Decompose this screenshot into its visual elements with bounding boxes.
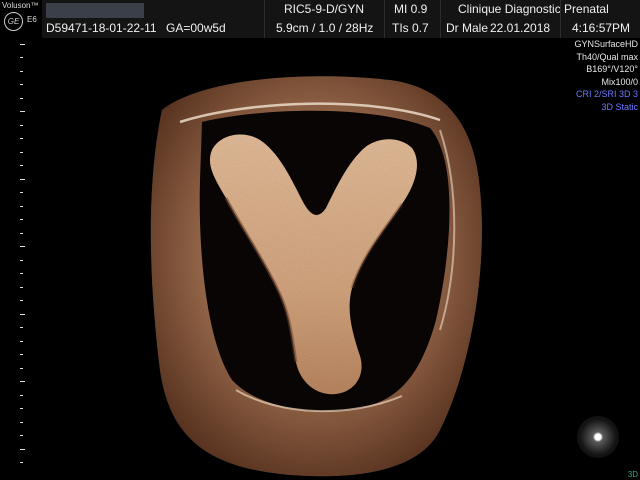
depth-tick [20, 246, 25, 247]
ultrasound-3d-render[interactable] [140, 70, 500, 480]
probe-label: RIC5-9-D/GYN [284, 2, 365, 16]
depth-tick [20, 98, 23, 99]
depth-tick [20, 233, 23, 234]
param-line: 3D Static [601, 101, 638, 112]
depth-tick [20, 152, 23, 153]
logo-area: Voluson™ GE E6 [0, 0, 42, 38]
gestational-age: GA=00w5d [166, 21, 226, 35]
depth-tick [20, 435, 23, 436]
depth-tick [20, 71, 23, 72]
depth-tick [20, 179, 25, 180]
depth-tick [20, 314, 25, 315]
depth-tick [20, 287, 23, 288]
tis-index: TIs 0.7 [392, 21, 429, 35]
depth-tick [20, 260, 23, 261]
mi-index: MI 0.9 [394, 2, 428, 16]
depth-tick [20, 449, 25, 450]
patient-name-field[interactable] [46, 3, 144, 18]
institution-name: Clinique Diagnostic Prenatal [458, 2, 609, 16]
divider [440, 0, 441, 38]
param-line: CRI 2/SRI 3D 3 [575, 89, 638, 99]
param-line: Mix100/0 [601, 76, 638, 87]
depth-info: 5.9cm / 1.0 / 28Hz [276, 21, 374, 35]
status-header: Voluson™ GE E6 D59471-18-01-22-11 GA=00w… [0, 0, 640, 38]
divider [384, 0, 385, 38]
exam-time: 4:16:57PM [572, 21, 631, 35]
depth-tick [20, 219, 23, 220]
depth-tick [20, 84, 23, 85]
brand-label: Voluson™ [2, 1, 39, 10]
divider [560, 0, 561, 38]
param-line: GYNSurfaceHD [574, 39, 638, 49]
param-line: B169°/V120° [586, 64, 638, 74]
depth-tick [20, 395, 23, 396]
divider [264, 0, 265, 38]
depth-tick [20, 381, 25, 382]
param-line: Th40/Qual max [576, 51, 638, 62]
orientation-sphere-icon[interactable] [577, 416, 619, 458]
depth-tick [20, 408, 23, 409]
patient-id: D59471-18-01-22-11 [46, 21, 157, 35]
depth-tick [20, 368, 23, 369]
mode-3d-badge: 3D [627, 470, 638, 479]
depth-tick [20, 422, 23, 423]
exam-date: 22.01.2018 [490, 21, 551, 35]
depth-tick [20, 138, 23, 139]
depth-tick [20, 44, 25, 45]
depth-tick [20, 354, 23, 355]
ge-logo-icon: GE [4, 12, 23, 31]
depth-tick [20, 192, 23, 193]
depth-tick [20, 341, 23, 342]
model-label: E6 [27, 15, 37, 24]
depth-tick [20, 125, 23, 126]
depth-tick [20, 327, 23, 328]
depth-tick [20, 462, 23, 463]
depth-tick [20, 206, 23, 207]
depth-tick [20, 57, 23, 58]
render-parameters: GYNSurfaceHD Th40/Qual max B169°/V120° M… [574, 38, 638, 113]
operator-name: Dr Male [446, 21, 489, 35]
depth-tick [20, 165, 23, 166]
depth-tick [20, 273, 23, 274]
depth-tick [20, 300, 23, 301]
depth-scale [0, 38, 40, 480]
depth-tick [20, 111, 25, 112]
